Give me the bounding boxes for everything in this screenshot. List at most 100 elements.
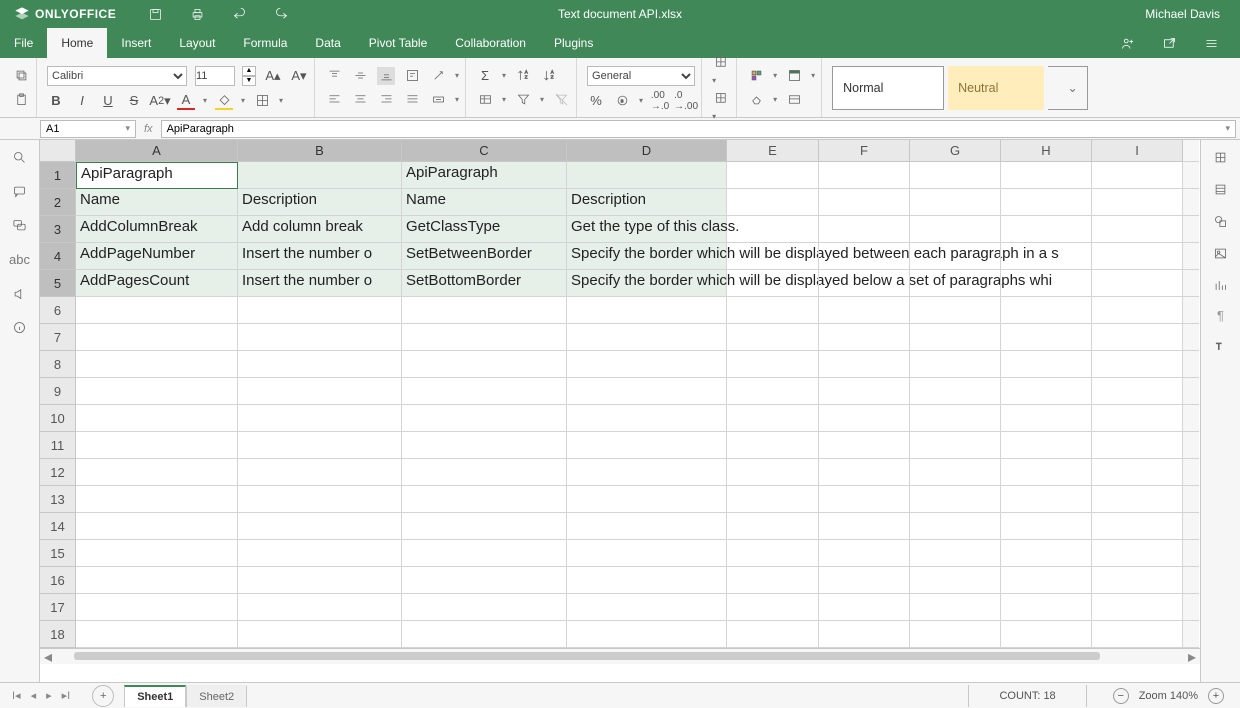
cell-E18[interactable] (727, 621, 819, 648)
cell-C1[interactable]: ApiParagraph (402, 162, 567, 189)
cell-B4[interactable]: Insert the number o (238, 243, 402, 270)
cell-H7[interactable] (1001, 324, 1092, 351)
cell-H8[interactable] (1001, 351, 1092, 378)
cell-H16[interactable] (1001, 567, 1092, 594)
row-header-7[interactable]: 7 (40, 324, 76, 351)
paste-icon[interactable] (12, 91, 30, 109)
cell-F11[interactable] (819, 432, 910, 459)
col-header-B[interactable]: B (238, 140, 402, 162)
cell-D13[interactable] (567, 486, 727, 513)
align-right-icon[interactable] (377, 91, 395, 109)
cell-G7[interactable] (910, 324, 1001, 351)
increase-font-icon[interactable]: A▴ (264, 67, 282, 85)
cell-C11[interactable] (402, 432, 567, 459)
clear-icon[interactable] (747, 91, 765, 109)
cell-D12[interactable] (567, 459, 727, 486)
feedback-icon[interactable] (11, 284, 29, 302)
cell-A4[interactable]: AddPageNumber (76, 243, 238, 270)
cell-D3[interactable]: Get the type of this class. (567, 216, 727, 243)
zoom-out-button[interactable]: − (1113, 688, 1129, 704)
formula-bar[interactable]: ApiParagraph▾ (161, 120, 1236, 138)
col-header-F[interactable]: F (819, 140, 910, 162)
cell-A18[interactable] (76, 621, 238, 648)
cell-G18[interactable] (910, 621, 1001, 648)
cell-D5[interactable]: Specify the border which will be display… (567, 270, 727, 297)
cell-E10[interactable] (727, 405, 819, 432)
cell-I3[interactable] (1092, 216, 1183, 243)
row-header-2[interactable]: 2 (40, 189, 76, 216)
sort-asc-icon[interactable]: AZ (514, 67, 532, 85)
cell-F5[interactable] (819, 270, 910, 297)
cell-H15[interactable] (1001, 540, 1092, 567)
row-header-1[interactable]: 1 (40, 162, 76, 189)
cell-F1[interactable] (819, 162, 910, 189)
cell-style-neutral[interactable]: Neutral (948, 66, 1044, 110)
menu-icon[interactable] (1202, 34, 1220, 52)
redo-icon[interactable] (272, 5, 290, 23)
cell-C10[interactable] (402, 405, 567, 432)
cell-E15[interactable] (727, 540, 819, 567)
cell-H5[interactable] (1001, 270, 1092, 297)
menu-plugins[interactable]: Plugins (540, 28, 607, 58)
sheet-prev-icon[interactable]: ◂ (31, 689, 37, 702)
copy-icon[interactable] (12, 67, 30, 85)
cell-F7[interactable] (819, 324, 910, 351)
cell-E3[interactable] (727, 216, 819, 243)
cell-A1[interactable]: ApiParagraph (76, 162, 238, 189)
cell-C18[interactable] (402, 621, 567, 648)
cell-B17[interactable] (238, 594, 402, 621)
cell-I12[interactable] (1092, 459, 1183, 486)
cell-G1[interactable] (910, 162, 1001, 189)
cell-B10[interactable] (238, 405, 402, 432)
cell-F3[interactable] (819, 216, 910, 243)
cell-F2[interactable] (819, 189, 910, 216)
cell-D1[interactable] (567, 162, 727, 189)
col-header-E[interactable]: E (727, 140, 819, 162)
fx-icon[interactable]: fx (144, 123, 153, 135)
menu-formula[interactable]: Formula (229, 28, 301, 58)
cell-F17[interactable] (819, 594, 910, 621)
cell-C4[interactable]: SetBetweenBorder (402, 243, 567, 270)
cell-G3[interactable] (910, 216, 1001, 243)
row-header-10[interactable]: 10 (40, 405, 76, 432)
cell-I4[interactable] (1092, 243, 1183, 270)
number-format-select[interactable]: General (587, 66, 695, 86)
cell-B14[interactable] (238, 513, 402, 540)
cell-C2[interactable]: Name (402, 189, 567, 216)
user-name[interactable]: Michael Davis (1145, 7, 1240, 21)
cell-I6[interactable] (1092, 297, 1183, 324)
cell-E5[interactable] (727, 270, 819, 297)
spellcheck-icon[interactable]: abc (11, 250, 29, 268)
cell-G10[interactable] (910, 405, 1001, 432)
cell-I14[interactable] (1092, 513, 1183, 540)
cell-B18[interactable] (238, 621, 402, 648)
cell-D4[interactable]: Specify the border which will be display… (567, 243, 727, 270)
cell-D10[interactable] (567, 405, 727, 432)
cell-H2[interactable] (1001, 189, 1092, 216)
sum-icon[interactable]: Σ (476, 67, 494, 85)
cell-A9[interactable] (76, 378, 238, 405)
cell-C17[interactable] (402, 594, 567, 621)
font-color-icon[interactable]: A (177, 92, 195, 110)
increase-decimal-icon[interactable]: .0→.00 (677, 92, 695, 110)
align-top-icon[interactable] (325, 67, 343, 85)
cell-D6[interactable] (567, 297, 727, 324)
cell-A16[interactable] (76, 567, 238, 594)
cell-E6[interactable] (727, 297, 819, 324)
cell-D11[interactable] (567, 432, 727, 459)
cell-H12[interactable] (1001, 459, 1092, 486)
cell-G16[interactable] (910, 567, 1001, 594)
table-settings-icon[interactable] (1212, 180, 1230, 198)
row-header-12[interactable]: 12 (40, 459, 76, 486)
wrap-text-icon[interactable] (403, 67, 421, 85)
cell-G11[interactable] (910, 432, 1001, 459)
image-settings-icon[interactable] (1212, 244, 1230, 262)
sheet-tab-sheet2[interactable]: Sheet2 (186, 685, 247, 707)
cell-C7[interactable] (402, 324, 567, 351)
undo-icon[interactable] (230, 5, 248, 23)
cell-C5[interactable]: SetBottomBorder (402, 270, 567, 297)
cell-I18[interactable] (1092, 621, 1183, 648)
cell-A3[interactable]: AddColumnBreak (76, 216, 238, 243)
underline-icon[interactable]: U (99, 92, 117, 110)
cell-B1[interactable] (238, 162, 402, 189)
